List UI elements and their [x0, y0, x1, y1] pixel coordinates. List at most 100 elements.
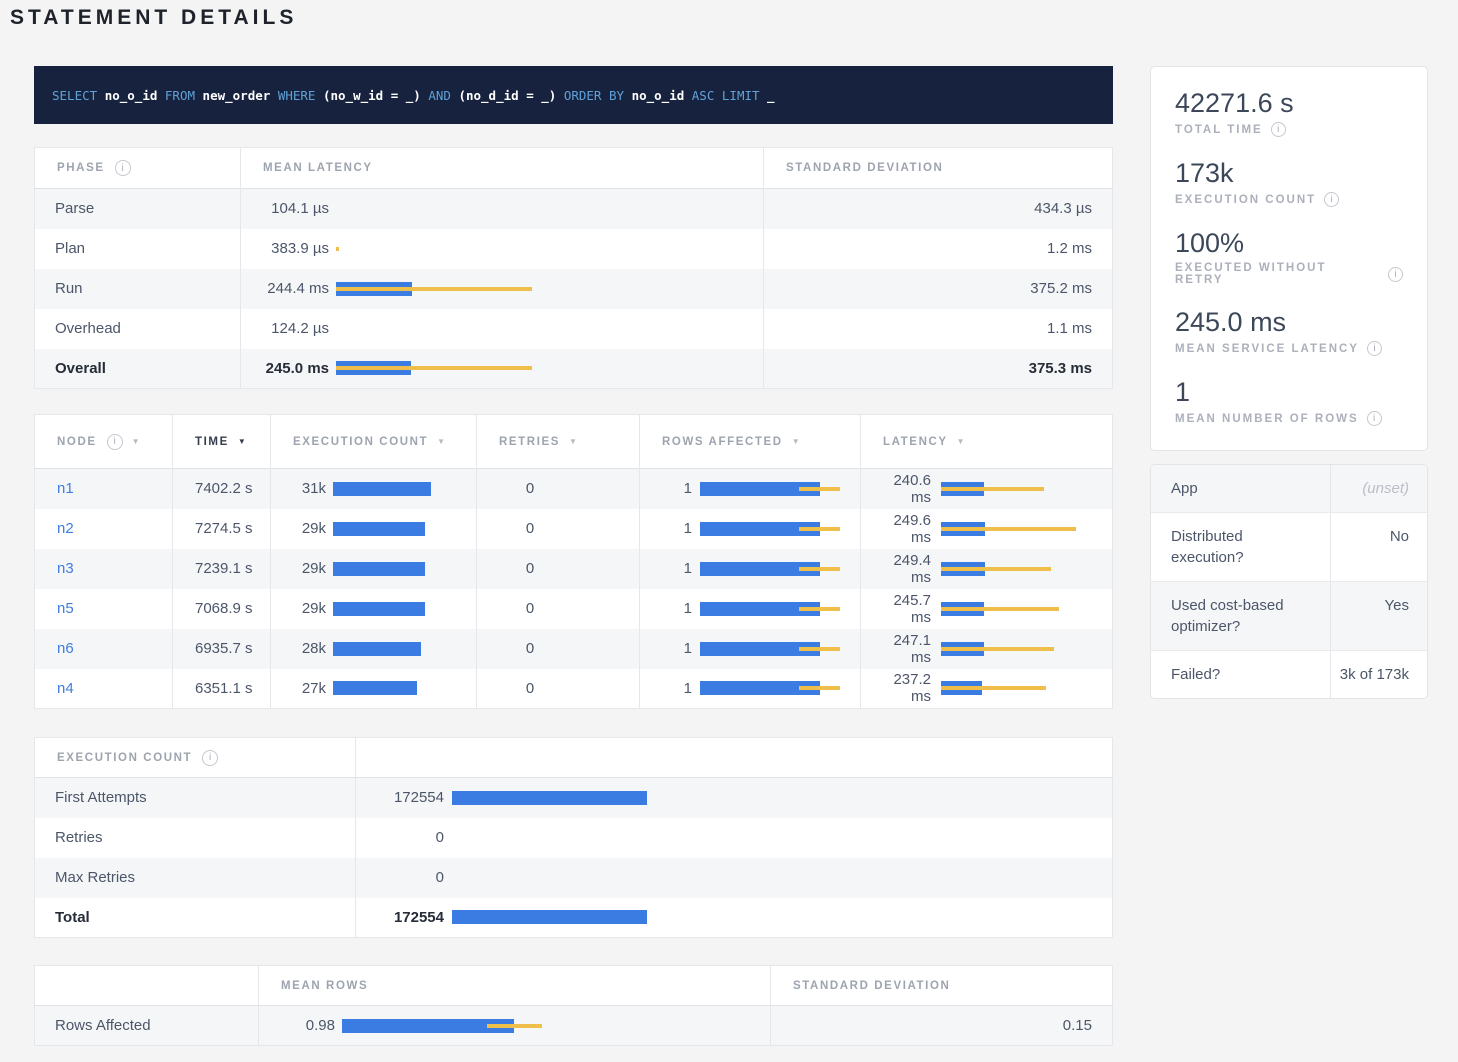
phase-table: PHASEi MEAN LATENCY STANDARD DEVIATION P…	[34, 147, 1113, 389]
node-link[interactable]: n1	[35, 480, 172, 497]
retries-value: 0	[477, 640, 639, 657]
rows-affected-column-header[interactable]: ROWS AFFECTED▼	[640, 436, 860, 448]
stat-value: 100%	[1175, 227, 1403, 259]
mean-latency-value: 245.0 ms	[241, 360, 329, 377]
sort-arrow-icon[interactable]: ▼	[569, 438, 579, 446]
table-row: n4 6351.1 s 27k 0 1 237.2 ms	[35, 669, 1113, 709]
table-row: Run 244.4 ms 375.2 ms	[35, 269, 1113, 309]
node-link[interactable]: n4	[35, 680, 172, 697]
sql-keyword: FROM	[165, 88, 203, 103]
table-row: Rows Affected 0.98 0.15	[35, 1006, 1113, 1046]
phase-header-label: PHASE	[57, 162, 105, 174]
latency-value: 237.2 ms	[861, 671, 931, 705]
std-dev-value: 0.15	[771, 1017, 1112, 1034]
std-dev-header-label: STANDARD DEVIATION	[786, 162, 943, 174]
table-row: Plan 383.9 µs 1.2 ms	[35, 229, 1113, 269]
latency-column-header[interactable]: LATENCY ▼	[861, 436, 1112, 448]
execution-count-value: 27k	[271, 680, 326, 697]
execution-count-column-header[interactable]: EXECUTION COUNT ▼	[271, 436, 476, 448]
time-column-header[interactable]: TIME▼	[173, 436, 270, 448]
stat-execution-count: 173k EXECUTION COUNT i	[1175, 157, 1403, 207]
node-link[interactable]: n5	[35, 600, 172, 617]
table-row: Overhead 124.2 µs 1.1 ms	[35, 309, 1113, 349]
execution-count-row-value: 172554	[356, 909, 444, 926]
execution-count-value: 31k	[271, 480, 326, 497]
property-label: Failed?	[1151, 651, 1331, 698]
std-dev-value: 434.3 µs	[764, 200, 1112, 217]
stat-executed-without-retry: 100% EXECUTED WITHOUT RETRYi	[1175, 227, 1403, 286]
info-icon[interactable]: i	[1367, 341, 1382, 356]
sort-arrow-icon[interactable]: ▼	[132, 438, 142, 446]
table-row: First Attempts 172554	[35, 778, 1113, 818]
node-column-header[interactable]: NODEi▼	[35, 434, 172, 450]
execution-count-row-value: 0	[356, 829, 444, 846]
latency-value: 249.4 ms	[861, 552, 931, 586]
latency-bar	[941, 522, 1112, 536]
retries-column-header[interactable]: RETRIES ▼	[477, 436, 639, 448]
rows-affected-value: 1	[640, 480, 692, 497]
latency-header-label: LATENCY	[883, 436, 948, 448]
rows-affected-table: MEAN ROWS STANDARD DEVIATION Rows Affect…	[34, 965, 1113, 1046]
rows-affected-bar	[700, 522, 860, 536]
std-dev-value: 1.1 ms	[764, 320, 1112, 337]
info-icon[interactable]: i	[1367, 411, 1382, 426]
sql-token: no_d_id	[466, 88, 519, 103]
info-icon[interactable]: i	[1388, 267, 1403, 282]
statement-sql: SELECT no_o_id FROM new_order WHERE (no_…	[34, 66, 1113, 124]
phase-label: Plan	[35, 240, 240, 257]
rows-affected-row-label: Rows Affected	[35, 1017, 258, 1034]
execution-count-bar	[452, 791, 1112, 805]
info-icon[interactable]: i	[202, 750, 218, 766]
execution-count-row-label: Retries	[35, 829, 355, 846]
statement-summary-sidebar: 42271.6 s TOTAL TIMEi 173k EXECUTION COU…	[1150, 66, 1428, 699]
stat-label: EXECUTION COUNT	[1175, 194, 1316, 206]
sql-token: = _)	[383, 88, 428, 103]
rows-affected-value: 1	[640, 520, 692, 537]
retries-header-label: RETRIES	[499, 436, 560, 448]
property-value: No	[1331, 513, 1427, 581]
mean-latency-value: 104.1 µs	[241, 200, 329, 217]
sort-arrow-icon[interactable]: ▼	[238, 438, 248, 446]
property-row: Failed? 3k of 173k	[1151, 651, 1427, 698]
latency-value: 249.6 ms	[861, 512, 931, 546]
info-icon[interactable]: i	[1271, 122, 1286, 137]
node-link[interactable]: n6	[35, 640, 172, 657]
time-value: 6935.7 s	[173, 640, 270, 657]
latency-bar	[941, 562, 1112, 576]
page-title: STATEMENT DETAILS	[10, 6, 297, 30]
property-value: Yes	[1331, 582, 1427, 650]
std-dev-value: 1.2 ms	[764, 240, 1112, 257]
node-link[interactable]: n2	[35, 520, 172, 537]
table-row: Overall 245.0 ms 375.3 ms	[35, 349, 1113, 389]
rows-affected-bar	[700, 642, 860, 656]
stat-value: 173k	[1175, 157, 1403, 189]
time-value: 7068.9 s	[173, 600, 270, 617]
sql-keyword: ASC	[692, 88, 722, 103]
time-value: 7239.1 s	[173, 560, 270, 577]
execution-count-table: EXECUTION COUNTi First Attempts 172554 R…	[34, 737, 1113, 938]
mean-latency-value: 383.9 µs	[241, 240, 329, 257]
retries-value: 0	[477, 520, 639, 537]
info-icon[interactable]: i	[1324, 192, 1339, 207]
sql-keyword: AND	[428, 88, 458, 103]
info-icon[interactable]: i	[107, 434, 123, 450]
sort-arrow-icon[interactable]: ▼	[437, 438, 447, 446]
execution-count-header-label: EXECUTION COUNT	[293, 436, 428, 448]
statement-details-main: SELECT no_o_id FROM new_order WHERE (no_…	[34, 66, 1113, 1046]
latency-value: 240.6 ms	[861, 472, 931, 506]
execution-count-table-header: EXECUTION COUNTi	[35, 750, 355, 766]
sort-arrow-icon[interactable]: ▼	[792, 438, 802, 446]
info-icon[interactable]: i	[115, 160, 131, 176]
phase-column-header: PHASE i	[35, 160, 240, 176]
phase-label: Overhead	[35, 320, 240, 337]
std-dev-column-header: STANDARD DEVIATION	[771, 980, 1112, 992]
latency-bar	[336, 282, 763, 296]
retries-value: 0	[477, 680, 639, 697]
retries-value: 0	[477, 480, 639, 497]
stat-mean-number-of-rows: 1 MEAN NUMBER OF ROWSi	[1175, 376, 1403, 426]
phase-label: Overall	[35, 360, 240, 377]
sort-arrow-icon[interactable]: ▼	[957, 438, 967, 446]
node-link[interactable]: n3	[35, 560, 172, 577]
table-row: Retries 0	[35, 818, 1113, 858]
execution-count-row-label: Total	[35, 909, 355, 926]
